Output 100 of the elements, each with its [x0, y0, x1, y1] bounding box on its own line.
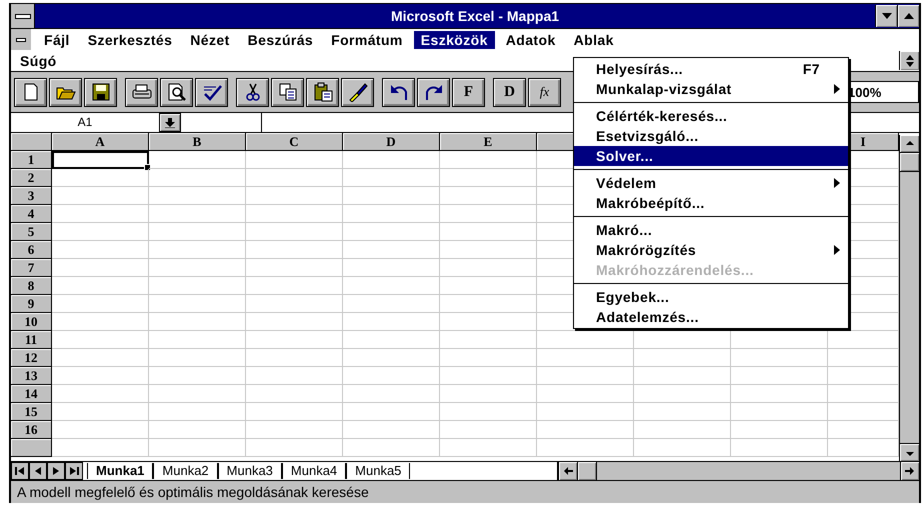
column-header[interactable]: B — [149, 133, 246, 151]
row-header[interactable]: 10 — [11, 313, 52, 331]
menu-item[interactable]: Adatelemzés... — [574, 307, 848, 327]
row-header[interactable]: 5 — [11, 223, 52, 241]
cut-button[interactable] — [236, 78, 269, 106]
row-header[interactable]: 7 — [11, 259, 52, 277]
menu-item-label: Makróhozzárendelés... — [596, 262, 754, 278]
brush-button[interactable] — [341, 78, 374, 106]
column-header[interactable]: C — [246, 133, 343, 151]
spell-button[interactable] — [195, 78, 228, 106]
menu-item[interactable]: Ablak — [566, 30, 621, 48]
name-box[interactable]: A1 — [11, 113, 159, 132]
row-header[interactable]: 9 — [11, 295, 52, 313]
pages-icon — [276, 82, 298, 102]
left-arrow-icon — [563, 467, 573, 475]
row-header[interactable]: 12 — [11, 349, 52, 367]
shortcut-label: F7 — [802, 61, 820, 77]
menu-item-label: Munkalap-vizsgálat — [596, 81, 732, 97]
menu-item[interactable]: Formátum — [324, 30, 410, 48]
restore-button[interactable] — [899, 51, 919, 70]
scroll-thumb[interactable] — [578, 462, 597, 480]
menu-item[interactable]: Adatok — [498, 30, 563, 48]
format-button[interactable]: D — [493, 78, 526, 106]
magnifier-icon — [166, 82, 188, 102]
column-header[interactable]: A — [52, 133, 149, 151]
save-button[interactable] — [84, 78, 117, 106]
menu-item[interactable]: Fájl — [37, 30, 77, 48]
menu-item[interactable]: Célérték-keresés... — [574, 106, 848, 126]
open-button[interactable] — [49, 78, 82, 106]
row-header[interactable]: 2 — [11, 169, 52, 187]
menu-item-label: Védelem — [596, 175, 656, 191]
menu-item[interactable]: Makróbeépítő... — [574, 193, 848, 213]
menu-item[interactable]: Beszúrás — [240, 30, 320, 48]
up-triangle-icon — [904, 13, 914, 19]
status-text: A modell megfelelő és optimális megoldásának keresése — [17, 484, 369, 500]
menu-item[interactable]: Makrórögzítés — [574, 240, 848, 260]
brush-icon — [346, 82, 368, 102]
row-header[interactable]: 11 — [11, 331, 52, 349]
maximize-button[interactable] — [897, 5, 919, 27]
format-button[interactable]: F — [452, 78, 485, 106]
tab-scroll-button[interactable] — [65, 462, 83, 480]
tab-scroll-button[interactable] — [11, 462, 29, 480]
row-header[interactable]: 14 — [11, 385, 52, 403]
tab-scroll-button[interactable] — [29, 462, 47, 480]
menu-item-label: Makró... — [596, 222, 652, 238]
tab-scroll-button[interactable] — [47, 462, 65, 480]
redo-button[interactable] — [417, 78, 450, 106]
horizontal-scrollbar[interactable] — [557, 462, 919, 480]
arrow-icon — [69, 466, 79, 476]
arrow-icon — [15, 466, 25, 476]
menu-item[interactable]: Szerkesztés — [80, 30, 180, 48]
undo-button[interactable] — [382, 78, 415, 106]
scroll-thumb[interactable] — [900, 153, 919, 172]
sheet-tab[interactable]: Munka2 — [153, 463, 218, 479]
select-all-button[interactable] — [11, 133, 52, 151]
menu-item-label: Solver... — [596, 148, 654, 164]
row-header[interactable]: 16 — [11, 421, 52, 439]
window-menu-button[interactable] — [11, 4, 35, 28]
sheet-tab[interactable]: Munka3 — [218, 463, 282, 479]
down-triangle-icon — [882, 13, 892, 19]
row-header[interactable]: 6 — [11, 241, 52, 259]
menu-item-label: Esetvizsgáló... — [596, 128, 698, 144]
menu-item-label: Adatelemzés... — [596, 309, 699, 325]
menu-item[interactable]: Védelem — [574, 173, 848, 193]
row-header[interactable]: 1 — [11, 151, 52, 169]
row-header[interactable]: 15 — [11, 403, 52, 421]
document-menu-button[interactable] — [11, 29, 31, 50]
column-header[interactable]: E — [440, 133, 537, 151]
up-arrow-icon — [906, 140, 914, 148]
right-arrow-icon — [905, 467, 915, 475]
copy-button[interactable] — [271, 78, 304, 106]
menu-item[interactable]: Egyebek... — [574, 287, 848, 307]
sheet-tab[interactable]: Munka1 — [87, 463, 154, 479]
format-button[interactable]: fx — [528, 78, 561, 106]
sheet-tab[interactable]: Munka5 — [346, 463, 410, 479]
column-header[interactable]: D — [343, 133, 440, 151]
row-header[interactable]: 13 — [11, 367, 52, 385]
menu-item[interactable]: Eszközök — [414, 30, 495, 48]
paste-button[interactable] — [306, 78, 339, 106]
menu-item[interactable]: Solver... — [574, 146, 848, 166]
minimize-button[interactable] — [875, 5, 897, 27]
row-header[interactable]: 4 — [11, 205, 52, 223]
dropdown-button[interactable] — [159, 113, 181, 132]
row-header[interactable]: 8 — [11, 277, 52, 295]
sheet-tab[interactable]: Munka4 — [282, 463, 346, 479]
menu-item[interactable]: Nézet — [183, 30, 237, 48]
menu-item-label: Egyebek... — [596, 289, 670, 305]
vertical-scrollbar[interactable] — [899, 135, 919, 461]
menu-item[interactable]: Makró... — [574, 220, 848, 240]
print-button[interactable] — [125, 78, 158, 106]
row-header[interactable] — [11, 439, 52, 457]
table-cell[interactable] — [52, 151, 149, 169]
preview-button[interactable] — [160, 78, 193, 106]
menu-item-label: Makróbeépítő... — [596, 195, 705, 211]
row-header[interactable]: 3 — [11, 187, 52, 205]
menu-item-label: Helyesírás... — [596, 61, 683, 77]
menu-item[interactable]: Helyesírás... F7 — [574, 59, 848, 79]
menu-item[interactable]: Súgó — [13, 52, 64, 70]
down-arrow-icon — [165, 118, 175, 128]
new-button[interactable] — [14, 78, 47, 106]
